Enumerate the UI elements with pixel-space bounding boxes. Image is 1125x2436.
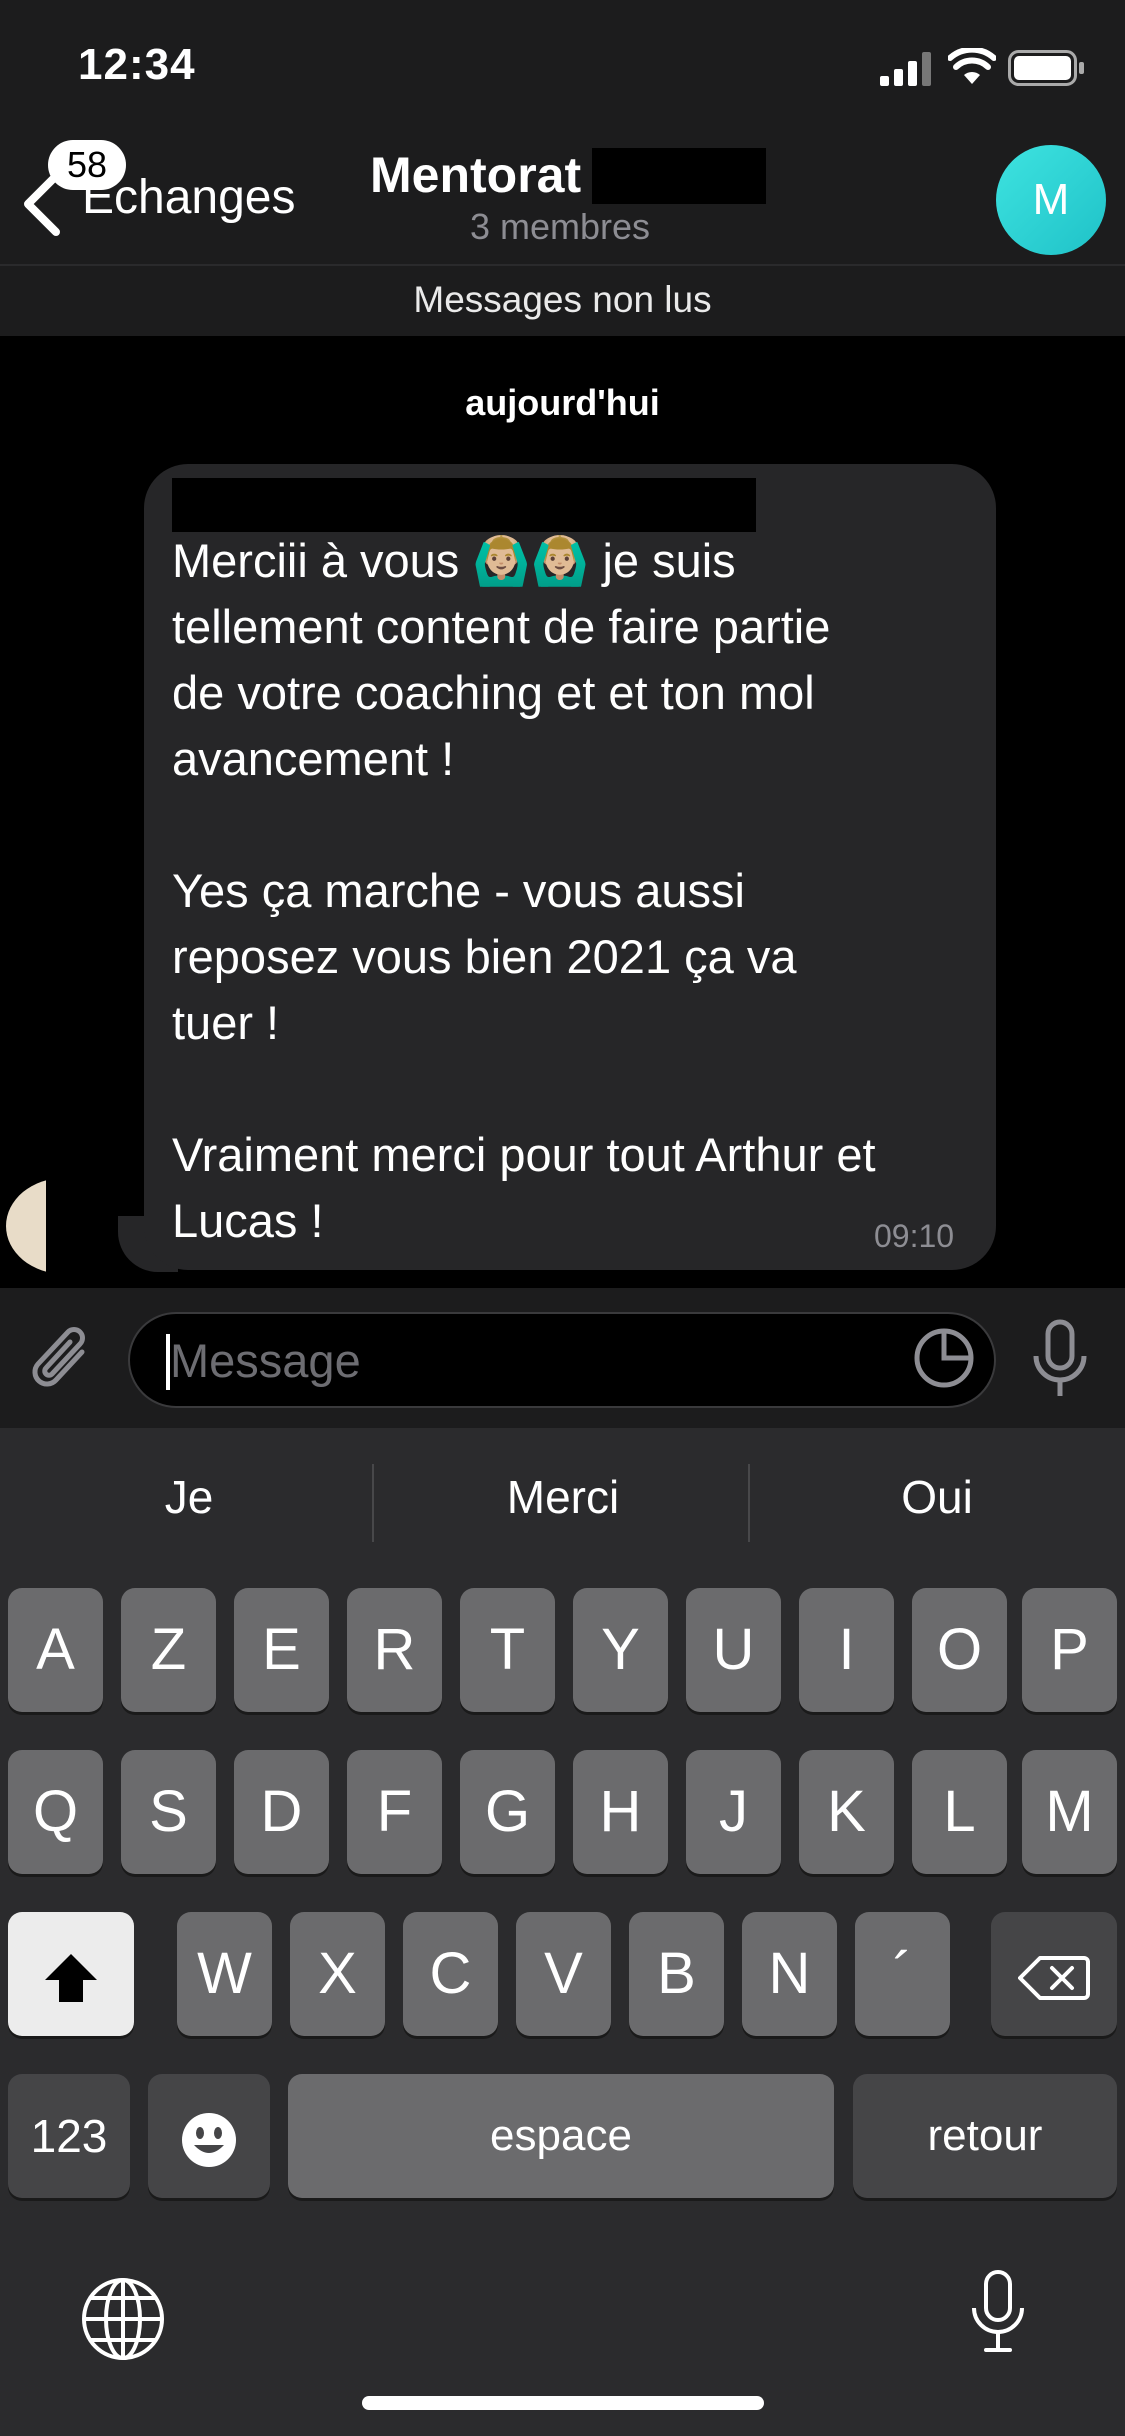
wifi-icon: [948, 48, 996, 84]
key-b[interactable]: B: [629, 1912, 724, 2036]
key-z[interactable]: Z: [121, 1588, 216, 1712]
key-d[interactable]: D: [234, 1750, 329, 1874]
unread-count-badge: 58: [48, 140, 126, 190]
suggestion-divider: [372, 1464, 374, 1542]
cellular-signal-icon: [880, 52, 931, 86]
suggestion-oui[interactable]: Oui: [752, 1470, 1122, 1524]
key-acute-accent[interactable]: ´: [855, 1912, 950, 2036]
message-timestamp: 09:10: [874, 1218, 955, 1254]
key-r[interactable]: R: [347, 1588, 442, 1712]
message-input[interactable]: [128, 1312, 996, 1408]
key-s[interactable]: S: [121, 1750, 216, 1874]
home-indicator: [362, 2396, 764, 2410]
return-key[interactable]: retour: [853, 2074, 1117, 2198]
key-a[interactable]: A: [8, 1588, 103, 1712]
sender-name-redaction: [172, 478, 756, 532]
key-i[interactable]: I: [799, 1588, 894, 1712]
key-e[interactable]: E: [234, 1588, 329, 1712]
key-o[interactable]: O: [912, 1588, 1007, 1712]
key-l[interactable]: L: [912, 1750, 1007, 1874]
key-c[interactable]: C: [403, 1912, 498, 2036]
key-q[interactable]: Q: [8, 1750, 103, 1874]
key-t[interactable]: T: [460, 1588, 555, 1712]
chat-title[interactable]: Mentorat: [370, 146, 581, 204]
key-g[interactable]: G: [460, 1750, 555, 1874]
suggestion-merci[interactable]: Merci: [378, 1470, 748, 1524]
backspace-icon: [1018, 1955, 1090, 2000]
space-key[interactable]: espace: [288, 2074, 834, 2198]
member-count: 3 membres: [469, 206, 651, 247]
key-v[interactable]: V: [516, 1912, 611, 2036]
emoji-key[interactable]: [148, 2074, 270, 2198]
text-cursor: [166, 1334, 170, 1390]
emoji-smiley-icon: [182, 2112, 236, 2167]
suggestion-je[interactable]: Je: [4, 1470, 374, 1524]
date-separator: aujourd'hui: [465, 382, 660, 423]
dictation-mic-icon[interactable]: [966, 2268, 1030, 2356]
globe-icon[interactable]: [80, 2276, 166, 2362]
key-x[interactable]: X: [290, 1912, 385, 2036]
status-time: 12:34: [78, 40, 196, 89]
key-h[interactable]: H: [573, 1750, 668, 1874]
key-j[interactable]: J: [686, 1750, 781, 1874]
key-w[interactable]: W: [177, 1912, 272, 2036]
numbers-key[interactable]: 123: [8, 2074, 130, 2198]
key-n[interactable]: N: [742, 1912, 837, 2036]
battery-icon: [1008, 50, 1084, 86]
shift-arrow-icon: [45, 1953, 97, 2002]
key-y[interactable]: Y: [573, 1588, 668, 1712]
key-f[interactable]: F: [347, 1750, 442, 1874]
unread-messages-banner: Messages non lus: [0, 264, 1125, 336]
sticker-icon[interactable]: [912, 1326, 976, 1390]
delete-key[interactable]: [991, 1912, 1117, 2036]
paperclip-attach-icon[interactable]: [30, 1322, 96, 1398]
key-k[interactable]: K: [799, 1750, 894, 1874]
suggestion-divider: [748, 1464, 750, 1542]
title-redaction: [592, 148, 766, 204]
avatar-redaction: [46, 1168, 124, 1288]
shift-key[interactable]: [8, 1912, 134, 2036]
key-m[interactable]: M: [1022, 1750, 1117, 1874]
key-p[interactable]: P: [1022, 1588, 1117, 1712]
group-avatar[interactable]: M: [996, 145, 1106, 255]
key-u[interactable]: U: [686, 1588, 781, 1712]
message-text: Merciii à vous 🙆🏼‍♂️🙆🏼‍♂️ je suis tellem…: [172, 534, 876, 1247]
voice-message-mic-icon[interactable]: [1028, 1318, 1092, 1402]
